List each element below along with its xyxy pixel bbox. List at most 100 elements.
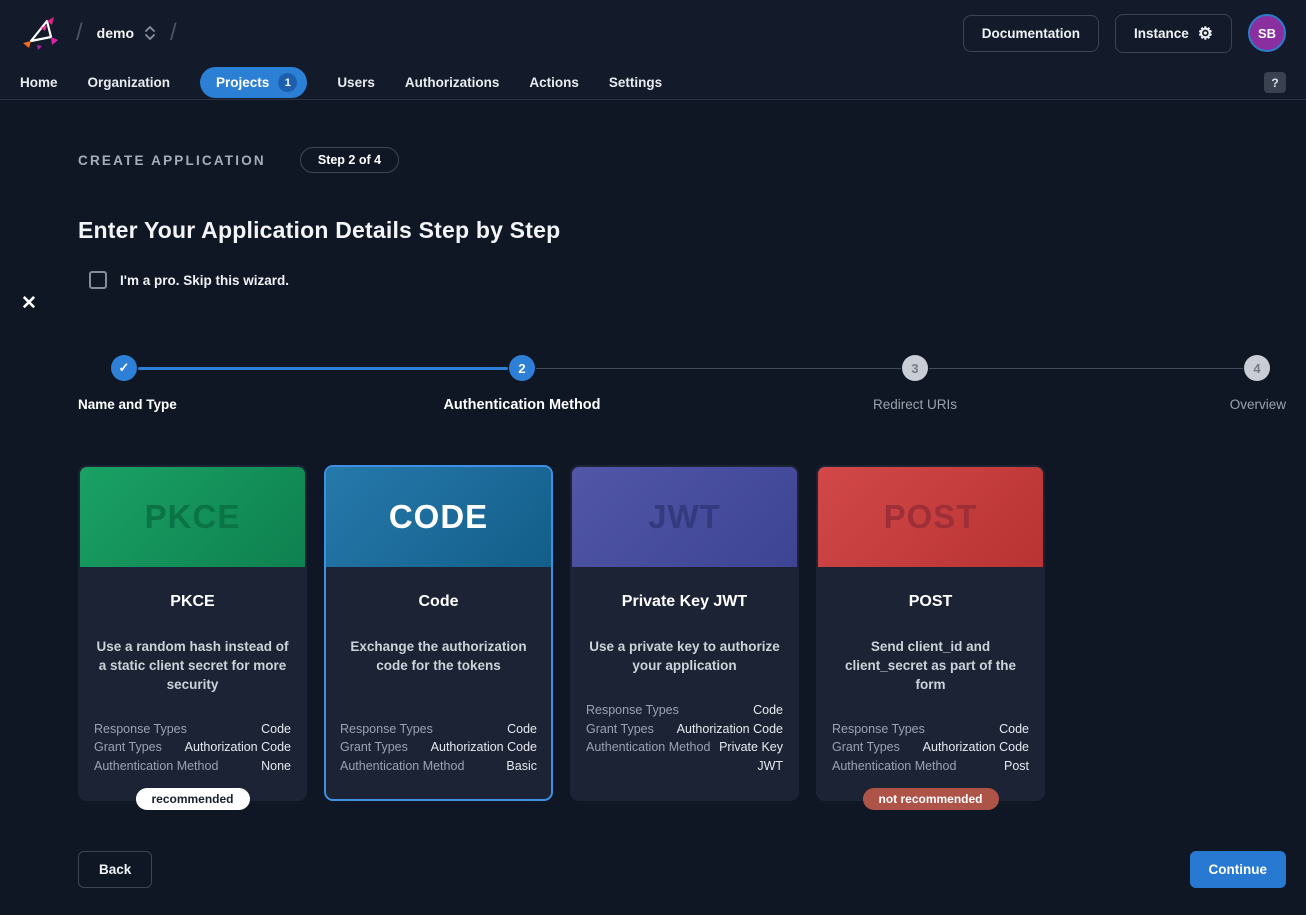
- skip-wizard-label: I'm a pro. Skip this wizard.: [120, 273, 289, 288]
- step-3-label: Redirect URIs: [873, 397, 957, 412]
- attr-value: Authorization Code: [677, 720, 783, 739]
- skip-wizard-checkbox[interactable]: [89, 271, 107, 289]
- attr-row: Authentication Method Private Key JWT: [586, 738, 783, 775]
- auth-method-card-code[interactable]: CODE Code Exchange the authorization cod…: [324, 465, 553, 801]
- stepper-line: [536, 368, 901, 369]
- step-4-label: Overview: [1230, 397, 1286, 412]
- step-4-number: 4: [1253, 361, 1260, 376]
- card-banner: POST: [818, 467, 1043, 567]
- attr-value: Private Key JWT: [718, 738, 783, 775]
- skip-wizard-row: I'm a pro. Skip this wizard.: [89, 271, 1286, 289]
- attr-value: Post: [1004, 757, 1029, 776]
- step-2-label: Authentication Method: [443, 397, 600, 413]
- top-bar-actions: Documentation Instance ⚙ SB: [963, 14, 1286, 53]
- card-title: Code: [340, 593, 537, 611]
- top-bar: / demo / Documentation Instance ⚙ SB: [0, 0, 1306, 66]
- avatar[interactable]: SB: [1248, 14, 1286, 52]
- nav-item-projects-label: Projects: [216, 75, 269, 90]
- create-application-wizard: ✕ CREATE APPLICATION Step 2 of 4 Enter Y…: [0, 147, 1306, 888]
- attr-value: Code: [999, 720, 1029, 739]
- attr-label: Response Types: [94, 720, 187, 739]
- wizard-footer: Back Continue: [78, 851, 1286, 888]
- back-button[interactable]: Back: [78, 851, 152, 888]
- zitadel-logo[interactable]: [20, 12, 62, 54]
- card-banner-text: JWT: [648, 498, 721, 536]
- step-1-label: Name and Type: [78, 397, 177, 412]
- attr-label: Authentication Method: [340, 757, 464, 776]
- attr-label: Response Types: [832, 720, 925, 739]
- attr-row: Response Types Code: [832, 720, 1029, 739]
- attr-label: Authentication Method: [586, 738, 710, 775]
- nav-item-authorizations[interactable]: Authorizations: [405, 75, 500, 90]
- card-attributes: Response Types Code Grant Types Authoriz…: [832, 720, 1029, 776]
- attr-value: Basic: [506, 757, 537, 776]
- attr-value: Code: [261, 720, 291, 739]
- card-attributes: Response Types Code Grant Types Authoriz…: [340, 720, 537, 776]
- card-attributes: Response Types Code Grant Types Authoriz…: [586, 701, 783, 775]
- not-recommended-badge: not recommended: [862, 788, 998, 810]
- card-body: POST Send client_id and client_secret as…: [818, 567, 1043, 799]
- close-icon[interactable]: ✕: [21, 294, 37, 313]
- attr-label: Authentication Method: [94, 757, 218, 776]
- nav-item-projects[interactable]: Projects 1: [200, 67, 307, 98]
- wizard-stepper: ✓ 2 3 4 Name and Type Authentication Met…: [78, 355, 1286, 415]
- attr-value: Authorization Code: [923, 738, 1029, 757]
- attr-row: Authentication Method Basic: [340, 757, 537, 776]
- check-icon: ✓: [119, 360, 130, 376]
- gear-icon: ⚙: [1198, 25, 1213, 42]
- attr-label: Grant Types: [586, 720, 654, 739]
- unfold-more-icon: [144, 25, 156, 41]
- help-button[interactable]: ?: [1264, 72, 1286, 93]
- step-3-circle[interactable]: 3: [902, 355, 928, 381]
- auth-method-cards: PKCE PKCE Use a random hash instead of a…: [78, 465, 1286, 801]
- card-body: PKCE Use a random hash instead of a stat…: [80, 567, 305, 799]
- step-1-circle[interactable]: ✓: [111, 355, 137, 381]
- documentation-button[interactable]: Documentation: [963, 15, 1099, 52]
- breadcrumb-slash: /: [170, 19, 177, 47]
- attr-row: Grant Types Authorization Code: [832, 738, 1029, 757]
- nav-item-organization[interactable]: Organization: [88, 75, 171, 90]
- card-banner-text: PKCE: [145, 498, 241, 536]
- projects-count-badge: 1: [278, 73, 297, 92]
- continue-button[interactable]: Continue: [1190, 851, 1287, 888]
- card-description: Use a private key to authorize your appl…: [586, 637, 783, 675]
- nav-item-settings[interactable]: Settings: [609, 75, 662, 90]
- attr-row: Authentication Method Post: [832, 757, 1029, 776]
- attr-label: Response Types: [340, 720, 433, 739]
- nav-item-users[interactable]: Users: [337, 75, 375, 90]
- step-2-circle[interactable]: 2: [509, 355, 535, 381]
- card-banner-text: POST: [884, 498, 978, 536]
- card-description: Use a random hash instead of a static cl…: [94, 637, 291, 694]
- attr-value: Authorization Code: [431, 738, 537, 757]
- step-4-circle[interactable]: 4: [1244, 355, 1270, 381]
- card-body: Private Key JWT Use a private key to aut…: [572, 567, 797, 799]
- card-banner: JWT: [572, 467, 797, 567]
- attr-label: Grant Types: [94, 738, 162, 757]
- auth-method-card-pkce[interactable]: PKCE PKCE Use a random hash instead of a…: [78, 465, 307, 801]
- instance-label: Instance: [1134, 26, 1189, 41]
- auth-method-card-jwt[interactable]: JWT Private Key JWT Use a private key to…: [570, 465, 799, 801]
- attr-value: None: [261, 757, 291, 776]
- instance-button[interactable]: Instance ⚙: [1115, 14, 1232, 53]
- stepper-line-done: [138, 367, 508, 370]
- zitadel-logo-icon: [21, 13, 61, 53]
- attr-value: Code: [753, 701, 783, 720]
- main-nav: Home Organization Projects 1 Users Autho…: [0, 66, 1306, 100]
- attr-row: Grant Types Authorization Code: [340, 738, 537, 757]
- attr-row: Grant Types Authorization Code: [94, 738, 291, 757]
- attr-row: Response Types Code: [94, 720, 291, 739]
- nav-item-home[interactable]: Home: [20, 75, 58, 90]
- card-title: Private Key JWT: [586, 593, 783, 611]
- step-3-number: 3: [911, 361, 918, 376]
- nav-item-actions[interactable]: Actions: [529, 75, 579, 90]
- page-title: Enter Your Application Details Step by S…: [78, 217, 1286, 244]
- auth-method-card-post[interactable]: POST POST Send client_id and client_secr…: [816, 465, 1045, 801]
- card-title: POST: [832, 593, 1029, 611]
- attr-label: Grant Types: [340, 738, 408, 757]
- wizard-header: CREATE APPLICATION Step 2 of 4: [78, 147, 1286, 173]
- org-selector[interactable]: demo: [97, 25, 156, 41]
- card-body: Code Exchange the authorization code for…: [326, 567, 551, 799]
- attr-row: Grant Types Authorization Code: [586, 720, 783, 739]
- avatar-initials: SB: [1258, 26, 1276, 41]
- org-name: demo: [97, 25, 134, 41]
